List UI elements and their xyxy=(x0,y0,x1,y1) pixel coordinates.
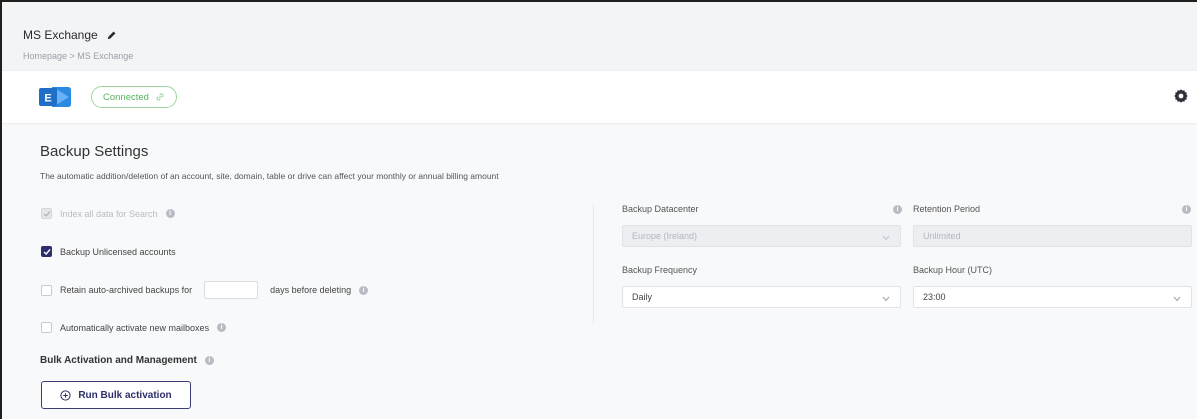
backup-unlicensed-label: Backup Unlicensed accounts xyxy=(60,246,176,257)
page-title-text: MS Exchange xyxy=(23,28,98,42)
info-icon[interactable]: i xyxy=(217,323,227,332)
info-icon[interactable]: i xyxy=(165,209,175,218)
retention-value: Unlimited xyxy=(923,231,961,241)
datacenter-value: Europe (Ireland) xyxy=(632,231,698,241)
info-icon[interactable]: i xyxy=(359,285,369,295)
index-all-data-checkbox xyxy=(41,208,52,219)
retain-archived-label-before: Retain auto-archived backups for xyxy=(60,285,193,295)
edit-pencil-icon[interactable] xyxy=(106,30,117,41)
frequency-label: Backup Frequency xyxy=(622,265,698,275)
connected-status-label: Connected xyxy=(103,91,149,103)
info-icon[interactable]: i xyxy=(893,205,902,214)
backup-unlicensed-checkbox[interactable] xyxy=(41,246,52,257)
index-all-data-option: Index all data for Search i xyxy=(41,208,175,219)
backup-settings-title: Backup Settings xyxy=(40,143,149,160)
frequency-value: Daily xyxy=(632,292,653,302)
chevron-down-icon xyxy=(882,233,890,241)
exchange-logo-letter: E xyxy=(44,93,51,105)
retain-days-input[interactable] xyxy=(204,281,259,299)
auto-activate-option[interactable]: Automatically activate new mailboxes i xyxy=(41,322,227,333)
backup-settings-panel xyxy=(2,125,1197,419)
retention-field: Unlimited xyxy=(913,225,1192,247)
run-bulk-activation-button[interactable]: Run Bulk activation xyxy=(41,381,191,409)
run-bulk-activation-label: Run Bulk activation xyxy=(78,389,172,401)
backup-unlicensed-option[interactable]: Backup Unlicensed accounts xyxy=(41,246,176,257)
auto-activate-checkbox[interactable] xyxy=(41,322,52,333)
datacenter-label: Backup Datacenter xyxy=(622,204,699,214)
link-icon xyxy=(155,92,165,102)
hour-label: Backup Hour (UTC) xyxy=(913,265,993,275)
bulk-section-title: Bulk Activation and Management i xyxy=(40,355,214,366)
billing-notice: The automatic addition/deletion of an ac… xyxy=(40,171,499,181)
connection-bar: E Connected xyxy=(2,70,1197,124)
hour-select[interactable]: 23:00 xyxy=(913,286,1192,308)
plus-circle-icon xyxy=(60,389,71,401)
index-all-data-label: Index all data for Search xyxy=(60,208,158,219)
page-header: MS Exchange Homepage > MS Exchange xyxy=(2,2,1197,70)
retain-archived-checkbox[interactable] xyxy=(41,284,52,296)
retain-archived-option: Retain auto-archived backups for days be… xyxy=(41,281,369,299)
page-title: MS Exchange xyxy=(23,28,117,42)
retain-archived-label-after: days before deleting xyxy=(270,285,352,295)
datacenter-select: Europe (Ireland) xyxy=(622,225,901,247)
bulk-title-text: Bulk Activation and Management xyxy=(40,355,197,366)
connected-status-badge: Connected xyxy=(91,86,177,108)
hour-value: 23:00 xyxy=(923,292,946,302)
auto-activate-label: Automatically activate new mailboxes xyxy=(60,322,210,333)
breadcrumb[interactable]: Homepage > MS Exchange xyxy=(23,51,133,61)
frequency-select[interactable]: Daily xyxy=(622,286,901,308)
chevron-down-icon xyxy=(882,294,890,302)
column-divider xyxy=(593,205,594,323)
chevron-down-icon xyxy=(1173,294,1181,302)
info-icon[interactable]: i xyxy=(1182,205,1191,214)
info-icon[interactable]: i xyxy=(204,356,214,365)
retention-label: Retention Period xyxy=(913,204,981,214)
settings-gear-icon[interactable] xyxy=(1173,88,1189,104)
exchange-logo-icon: E xyxy=(38,84,72,110)
